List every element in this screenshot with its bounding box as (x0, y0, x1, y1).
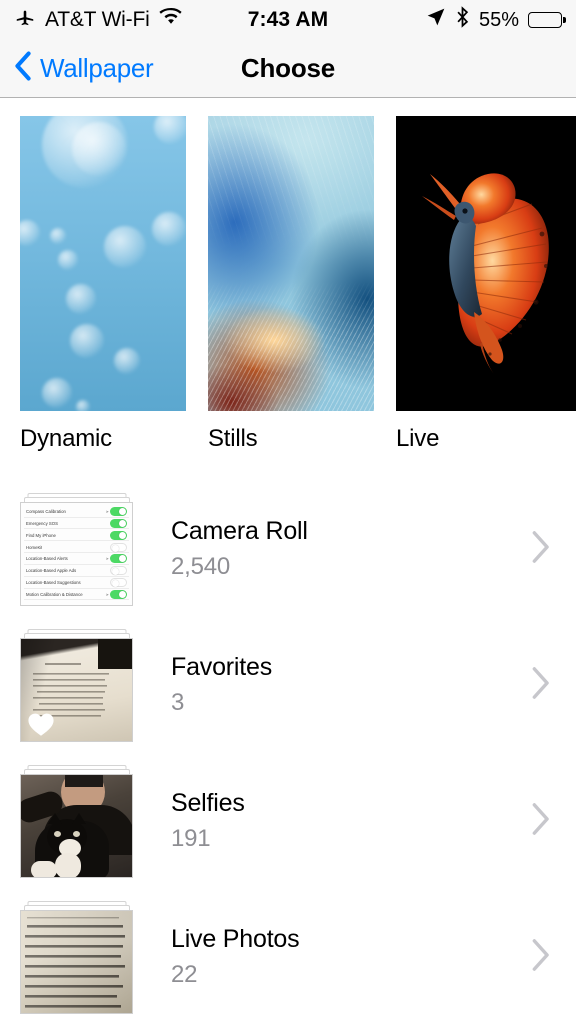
status-bar-left: AT&T Wi-Fi (14, 6, 183, 34)
settings-thumb-row: Location-Based Suggestions (24, 578, 129, 589)
settings-thumb-toggle (110, 507, 127, 516)
album-row-camera-roll[interactable]: Compass Calibration ➤ Emergency SOS Find My… (0, 481, 576, 617)
wallpaper-type-live[interactable]: Live (396, 116, 576, 453)
settings-thumb-row-control: ➤ (106, 507, 127, 516)
album-thumbnail-stack (20, 628, 133, 742)
settings-thumb-row-label: Location-Based Apple Ads (26, 568, 77, 574)
location-arrow-icon: ➤ (105, 591, 109, 597)
settings-thumb-toggle (110, 542, 127, 552)
settings-thumb-row: HomeKit (24, 542, 129, 554)
settings-thumb-toggle (110, 518, 127, 528)
settings-thumb-row-label: Find My iPhone (26, 532, 56, 538)
settings-thumb-row-label: Motion Calibration & Distance (26, 591, 83, 597)
album-name: Favorites (171, 653, 273, 682)
album-text: Selfies 191 (171, 789, 530, 853)
settings-thumb-toggle (110, 554, 127, 564)
stills-wallpaper-thumbnail[interactable] (208, 116, 374, 411)
album-list: Compass Calibration ➤ Emergency SOS Find My… (0, 481, 576, 1025)
settings-thumb-toggle (110, 566, 127, 576)
album-row-favorites[interactable]: Favorites 3 (0, 617, 576, 753)
settings-thumb-row-label: Compass Calibration (26, 509, 66, 514)
airplane-icon (14, 6, 36, 34)
wallpaper-type-label: Stills (208, 425, 258, 452)
settings-thumb-row-control (110, 518, 127, 528)
status-bar-right: 55% (426, 6, 566, 34)
album-thumbnail-stack (20, 900, 133, 1014)
battery-icon (528, 12, 566, 28)
camera-roll-thumbnail: Compass Calibration ➤ Emergency SOS Find My… (20, 501, 133, 606)
navigation-bar: Wallpaper Choose (0, 40, 576, 98)
carrier-label: AT&T Wi-Fi (45, 8, 150, 31)
album-text: Live Photos 22 (171, 925, 530, 989)
settings-thumb-row-control (110, 542, 127, 552)
settings-thumb-row-control: ➤ (105, 589, 127, 599)
back-button[interactable]: Wallpaper (14, 51, 154, 86)
settings-thumb-row: Location-Based Alerts ➤ (24, 554, 129, 565)
chevron-left-icon (14, 51, 32, 86)
wallpaper-type-label: Dynamic (20, 425, 112, 452)
dynamic-wallpaper-thumbnail[interactable] (20, 116, 186, 411)
settings-thumb-row: Compass Calibration ➤ (24, 507, 129, 518)
album-text: Favorites 3 (171, 653, 530, 717)
heart-icon (28, 713, 54, 736)
chevron-right-icon[interactable] (530, 938, 550, 977)
album-count: 3 (171, 688, 185, 716)
album-text: Camera Roll 2,540 (171, 517, 530, 581)
settings-thumb-row-label: Location-Based Suggestions (26, 580, 81, 586)
favorites-thumbnail (20, 637, 133, 742)
live-wallpaper-thumbnail[interactable] (396, 116, 576, 411)
settings-thumb-toggle (110, 578, 127, 588)
status-bar: AT&T Wi-Fi 7:43 AM 55% (0, 0, 576, 40)
settings-thumb-row-control (110, 566, 127, 576)
album-name: Selfies (171, 789, 245, 818)
album-count: 22 (171, 960, 198, 988)
wallpaper-type-grid: Dynamic Stills Live (0, 98, 576, 453)
settings-thumb-row-label: Location-Based Alerts (26, 556, 68, 562)
location-arrow-icon: ➤ (105, 556, 109, 562)
album-row-live-photos[interactable]: Live Photos 22 (0, 889, 576, 1025)
album-count: 2,540 (171, 552, 231, 580)
album-row-selfies[interactable]: Selfies 191 (0, 753, 576, 889)
album-count: 191 (171, 824, 211, 852)
settings-thumb-row: Location-Based Apple Ads (24, 566, 129, 577)
wallpaper-type-label: Live (396, 425, 440, 452)
location-arrow-icon (426, 7, 446, 33)
settings-thumb-row: Emergency SOS (24, 518, 129, 530)
settings-thumb-toggle (110, 530, 127, 540)
album-name: Live Photos (171, 925, 300, 954)
wallpaper-type-stills[interactable]: Stills (208, 116, 374, 453)
settings-thumb-toggle (110, 589, 127, 599)
album-name: Camera Roll (171, 517, 308, 546)
live-photos-thumbnail (20, 909, 133, 1014)
settings-thumb-row-control (110, 530, 127, 540)
settings-thumb-row-label: HomeKit (26, 544, 43, 550)
selfies-thumbnail (20, 773, 133, 878)
chevron-right-icon[interactable] (530, 802, 550, 841)
chevron-right-icon[interactable] (530, 530, 550, 569)
settings-thumb-row-control: ➤ (105, 554, 127, 564)
chevron-right-icon[interactable] (530, 666, 550, 705)
back-button-label: Wallpaper (40, 53, 154, 83)
settings-thumb-row-control (110, 578, 127, 588)
settings-thumb-row: Motion Calibration & Distance ➤ (24, 589, 129, 601)
settings-thumb-row-label: Emergency SOS (26, 520, 59, 526)
location-arrow-icon: ➤ (105, 509, 109, 514)
bluetooth-icon (455, 6, 470, 34)
settings-thumb-row: Find My iPhone (24, 530, 129, 542)
album-thumbnail-stack (20, 764, 133, 878)
battery-percent-label: 55% (478, 8, 519, 31)
album-thumbnail-stack: Compass Calibration ➤ Emergency SOS Find My… (20, 492, 133, 606)
wallpaper-type-dynamic[interactable]: Dynamic (20, 116, 186, 453)
wifi-icon (158, 7, 183, 32)
